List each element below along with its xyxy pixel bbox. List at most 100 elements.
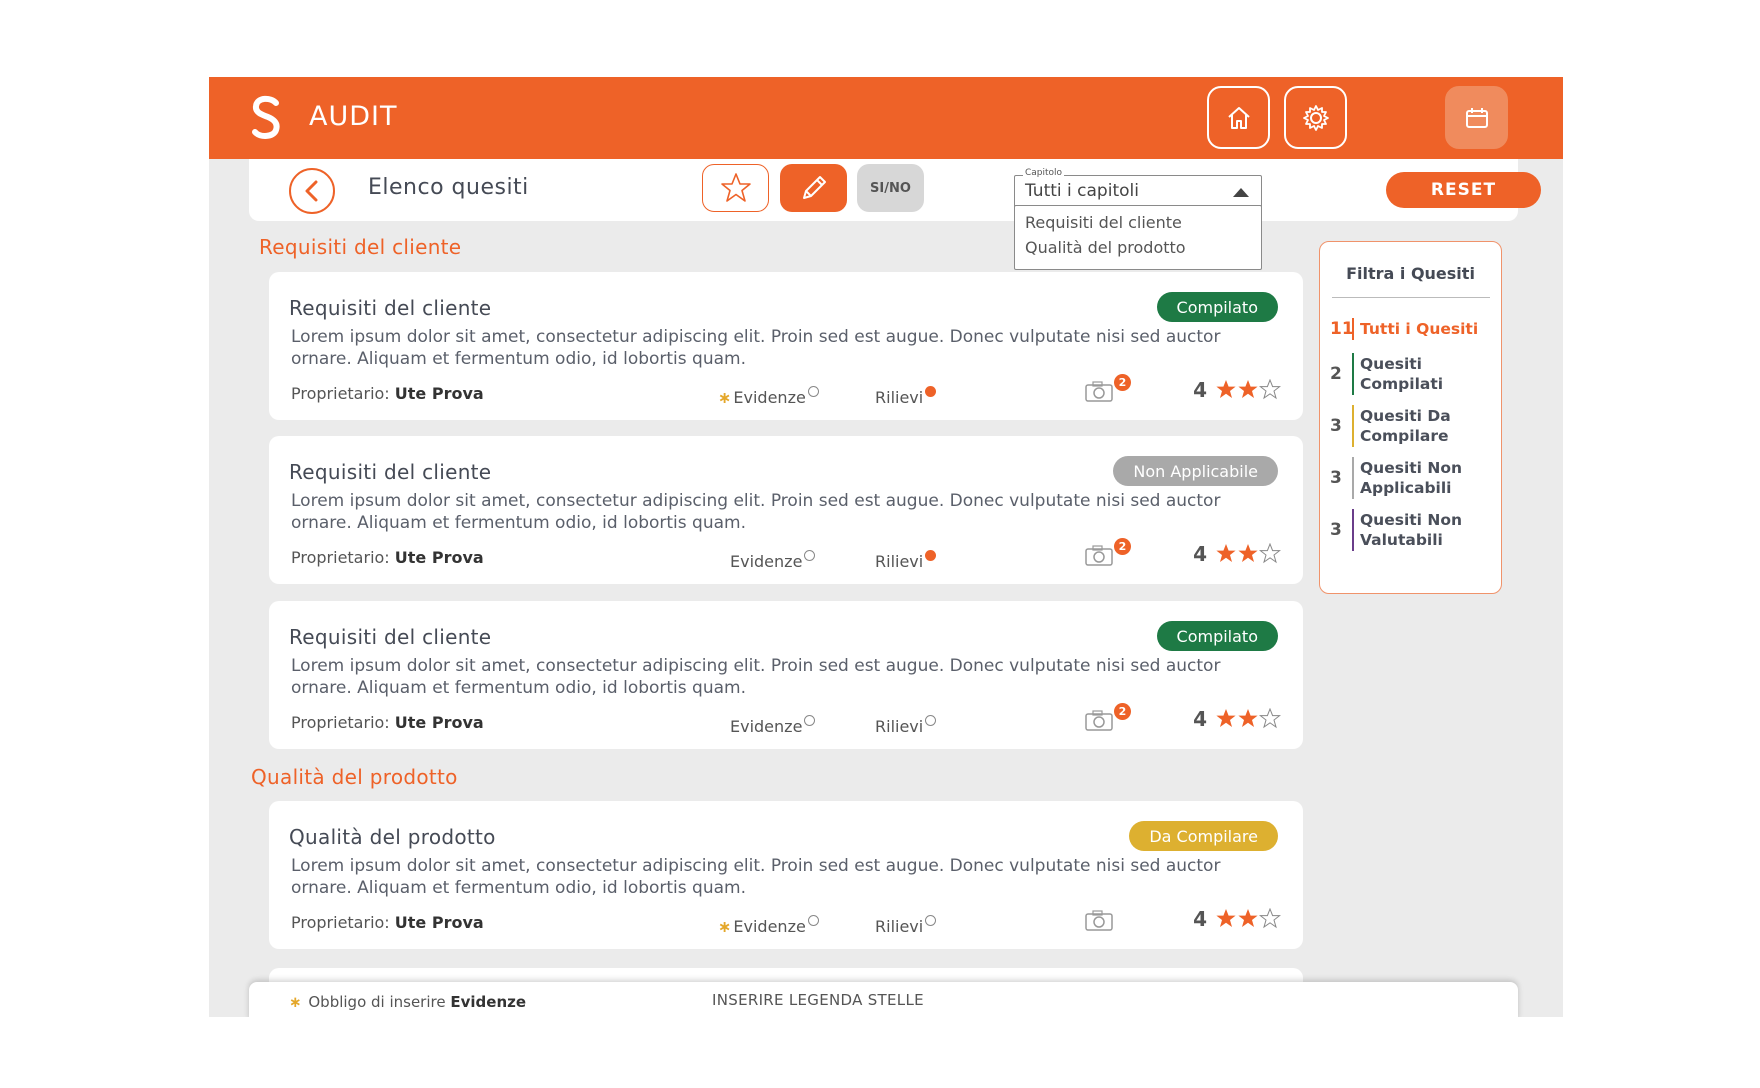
star-rating[interactable]: 4: [1193, 707, 1281, 731]
edit-filter-button[interactable]: [780, 164, 847, 212]
owner-label: Proprietario:: [291, 384, 390, 403]
required-asterisk-icon: ∗: [289, 993, 302, 1011]
camera-icon[interactable]: [1084, 544, 1114, 566]
star-rating[interactable]: 4: [1193, 378, 1281, 402]
findings-label: Rilievi: [875, 917, 924, 936]
question-card[interactable]: Requisiti del cliente Non Applicabile Lo…: [269, 436, 1303, 584]
yes-no-filter-button[interactable]: SI/NO: [857, 164, 924, 212]
filter-panel: Filtra i Quesiti 11 Tutti i Quesiti 2 Qu…: [1319, 241, 1502, 594]
chevron-left-icon: [305, 180, 318, 202]
findings-label: Rilievi: [875, 717, 924, 736]
star-rating[interactable]: 4: [1193, 907, 1281, 931]
card-description: Lorem ipsum dolor sit amet, consectetur …: [291, 656, 1221, 698]
settings-button[interactable]: [1284, 86, 1347, 149]
filter-label: Quesiti Non Applicabili: [1360, 459, 1463, 497]
dropdown-option[interactable]: Qualità del prodotto: [1025, 235, 1251, 260]
stars-icon: [1216, 543, 1281, 564]
filter-item-not-applicable[interactable]: 3 Quesiti Non Applicabili: [1330, 457, 1498, 499]
card-description: Lorem ipsum dolor sit amet, consectetur …: [291, 856, 1221, 898]
required-asterisk-icon: ∗: [718, 388, 732, 407]
stars-icon: [1216, 708, 1281, 729]
owner-label: Proprietario:: [291, 913, 390, 932]
findings-field[interactable]: Rilievi: [875, 386, 937, 407]
findings-field[interactable]: Rilievi: [875, 915, 937, 936]
findings-field[interactable]: Rilievi: [875, 715, 937, 736]
evidence-empty-indicator-icon: [804, 715, 816, 726]
star-outline-icon: [720, 173, 751, 202]
caret-up-icon: [1233, 188, 1249, 197]
filter-item-all[interactable]: 11 Tutti i Quesiti: [1330, 318, 1478, 340]
status-badge: Non Applicabile: [1113, 456, 1278, 486]
card-description: Lorem ipsum dolor sit amet, consectetur …: [291, 491, 1221, 533]
card-owner: Proprietario: Ute Prova: [291, 548, 484, 567]
owner-name: Ute Prova: [394, 548, 484, 567]
evidence-field[interactable]: Evidenze: [730, 715, 816, 736]
pencil-icon: [802, 176, 826, 199]
back-button[interactable]: [289, 168, 335, 214]
card-title: Requisiti del cliente: [289, 460, 492, 484]
camera-icon[interactable]: [1084, 709, 1114, 731]
card-title: Requisiti del cliente: [289, 625, 492, 649]
gear-icon: [1302, 104, 1329, 131]
findings-flag-dot-icon: [925, 550, 937, 561]
camera-icon[interactable]: [1084, 380, 1114, 402]
card-owner: Proprietario: Ute Prova: [291, 713, 484, 732]
findings-empty-indicator-icon: [925, 915, 937, 926]
calendar-icon: [1465, 107, 1488, 128]
home-button[interactable]: [1207, 86, 1270, 149]
evidence-empty-indicator-icon: [807, 915, 819, 926]
stars-legend: INSERIRE LEGENDA STELLE: [712, 991, 924, 1009]
chapter-dropdown: Requisiti del cliente Qualità del prodot…: [1014, 205, 1262, 270]
filter-label: Tutti i Quesiti: [1360, 320, 1479, 338]
question-card[interactable]: Requisiti del cliente Compilato Lorem ip…: [269, 272, 1303, 420]
owner-label: Proprietario:: [291, 713, 390, 732]
filter-color-bar: [1352, 318, 1354, 340]
star-rating[interactable]: 4: [1193, 542, 1281, 566]
dropdown-option[interactable]: Requisiti del cliente: [1025, 210, 1251, 235]
evidence-field[interactable]: ∗ Evidenze: [718, 915, 819, 936]
filter-count: 2: [1330, 364, 1342, 384]
divider: [1332, 297, 1490, 298]
camera-icon[interactable]: [1084, 909, 1114, 931]
page-title: Elenco quesiti: [368, 175, 529, 200]
findings-field[interactable]: Rilievi: [875, 550, 937, 571]
card-owner: Proprietario: Ute Prova: [291, 384, 484, 403]
rating-value: 4: [1193, 907, 1207, 931]
photo-count-badge: 2: [1114, 703, 1131, 720]
question-card[interactable]: Qualità del prodotto Da Compilare Lorem …: [269, 801, 1303, 949]
owner-name: Ute Prova: [394, 384, 484, 403]
chapter-select[interactable]: Tutti i capitoli: [1014, 175, 1262, 208]
chapter-select-value: Tutti i capitoli: [1025, 181, 1139, 201]
evidence-label: Evidenze: [733, 388, 806, 407]
filter-count: 3: [1330, 520, 1342, 540]
stars-icon: [1216, 908, 1281, 929]
status-badge: Da Compilare: [1129, 821, 1278, 851]
filter-item-to-complete[interactable]: 3 Quesiti Da Compilare: [1330, 405, 1490, 447]
calendar-button[interactable]: [1445, 86, 1508, 149]
evidence-legend: ∗ Obbligo di inserire Evidenze: [289, 993, 526, 1011]
footer-legend: ∗ Obbligo di inserire Evidenze INSERIRE …: [249, 982, 1518, 1017]
top-bar: AUDIT: [209, 77, 1563, 159]
evidence-field[interactable]: ∗ Evidenze: [718, 386, 819, 407]
evidence-field[interactable]: Evidenze: [730, 550, 816, 571]
card-owner: Proprietario: Ute Prova: [291, 913, 484, 932]
card-description: Lorem ipsum dolor sit amet, consectetur …: [291, 327, 1221, 369]
owner-label: Proprietario:: [291, 548, 390, 567]
status-badge: Compilato: [1156, 292, 1278, 322]
filter-color-bar: [1352, 353, 1354, 395]
legend-text: Obbligo di inserire: [308, 993, 446, 1011]
filter-count: 3: [1330, 416, 1342, 436]
filter-item-completed[interactable]: 2 Quesiti Compilati: [1330, 353, 1490, 395]
filter-color-bar: [1352, 457, 1354, 499]
favorites-filter-button[interactable]: [702, 164, 769, 212]
card-title: Qualità del prodotto: [289, 825, 496, 849]
app-frame: AUDIT Elenco quesiti SI/NO Tutti i capit…: [209, 77, 1563, 1017]
home-icon: [1227, 106, 1250, 129]
reset-button[interactable]: RESET: [1386, 172, 1541, 208]
app-title: AUDIT: [309, 101, 398, 132]
findings-empty-indicator-icon: [925, 715, 937, 726]
filter-item-not-assessable[interactable]: 3 Quesiti Non Valutabili: [1330, 509, 1490, 551]
filter-count: 11: [1330, 319, 1354, 339]
question-card[interactable]: Requisiti del cliente Compilato Lorem ip…: [269, 601, 1303, 749]
filter-title: Filtra i Quesiti: [1346, 264, 1475, 283]
